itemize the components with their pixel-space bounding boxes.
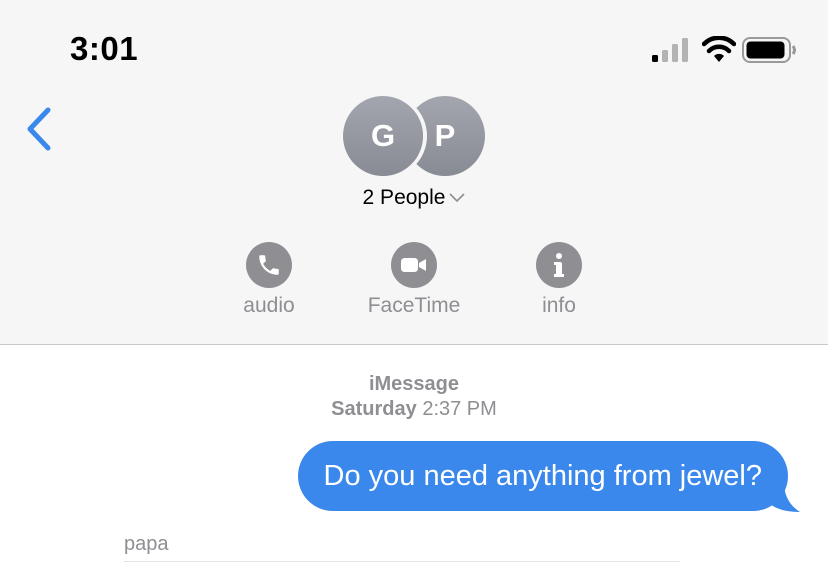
facetime-button[interactable]: FaceTime [354, 242, 474, 318]
group-avatars[interactable]: P G [343, 96, 487, 178]
timestamp: Saturday 2:37 PM [0, 397, 828, 422]
audio-label: audio [243, 294, 295, 317]
incoming-bubble-edge [124, 561, 680, 562]
facetime-label: FaceTime [367, 294, 461, 317]
wifi-icon [702, 36, 736, 62]
timestamp-day: Saturday [331, 398, 417, 420]
thread-timestamp: iMessage Saturday 2:37 PM [0, 372, 828, 422]
battery-icon [742, 37, 796, 63]
video-camera-icon [391, 242, 437, 288]
timestamp-time: 2:37 PM [422, 398, 497, 420]
info-button[interactable]: info [499, 242, 619, 318]
info-icon [536, 242, 582, 288]
audio-button[interactable]: audio [209, 242, 329, 318]
conversation-title-label: 2 People [362, 186, 446, 209]
sender-name: papa [124, 533, 169, 555]
message-text: Do you need anything from jewel? [323, 459, 762, 492]
avatar: G [343, 96, 423, 176]
info-label: info [542, 294, 576, 317]
conversation-title[interactable]: 2 People [0, 186, 828, 210]
phone-icon [246, 242, 292, 288]
cellular-signal-icon [652, 38, 688, 62]
outgoing-message-bubble[interactable]: Do you need anything from jewel? [297, 441, 788, 511]
conversation-header: 3:01 P G 2 People audio FaceTime info [0, 0, 828, 345]
status-time: 3:01 [70, 30, 139, 67]
service-label: iMessage [368, 373, 460, 395]
chevron-down-icon [449, 193, 466, 203]
back-chevron-icon[interactable] [20, 104, 60, 154]
